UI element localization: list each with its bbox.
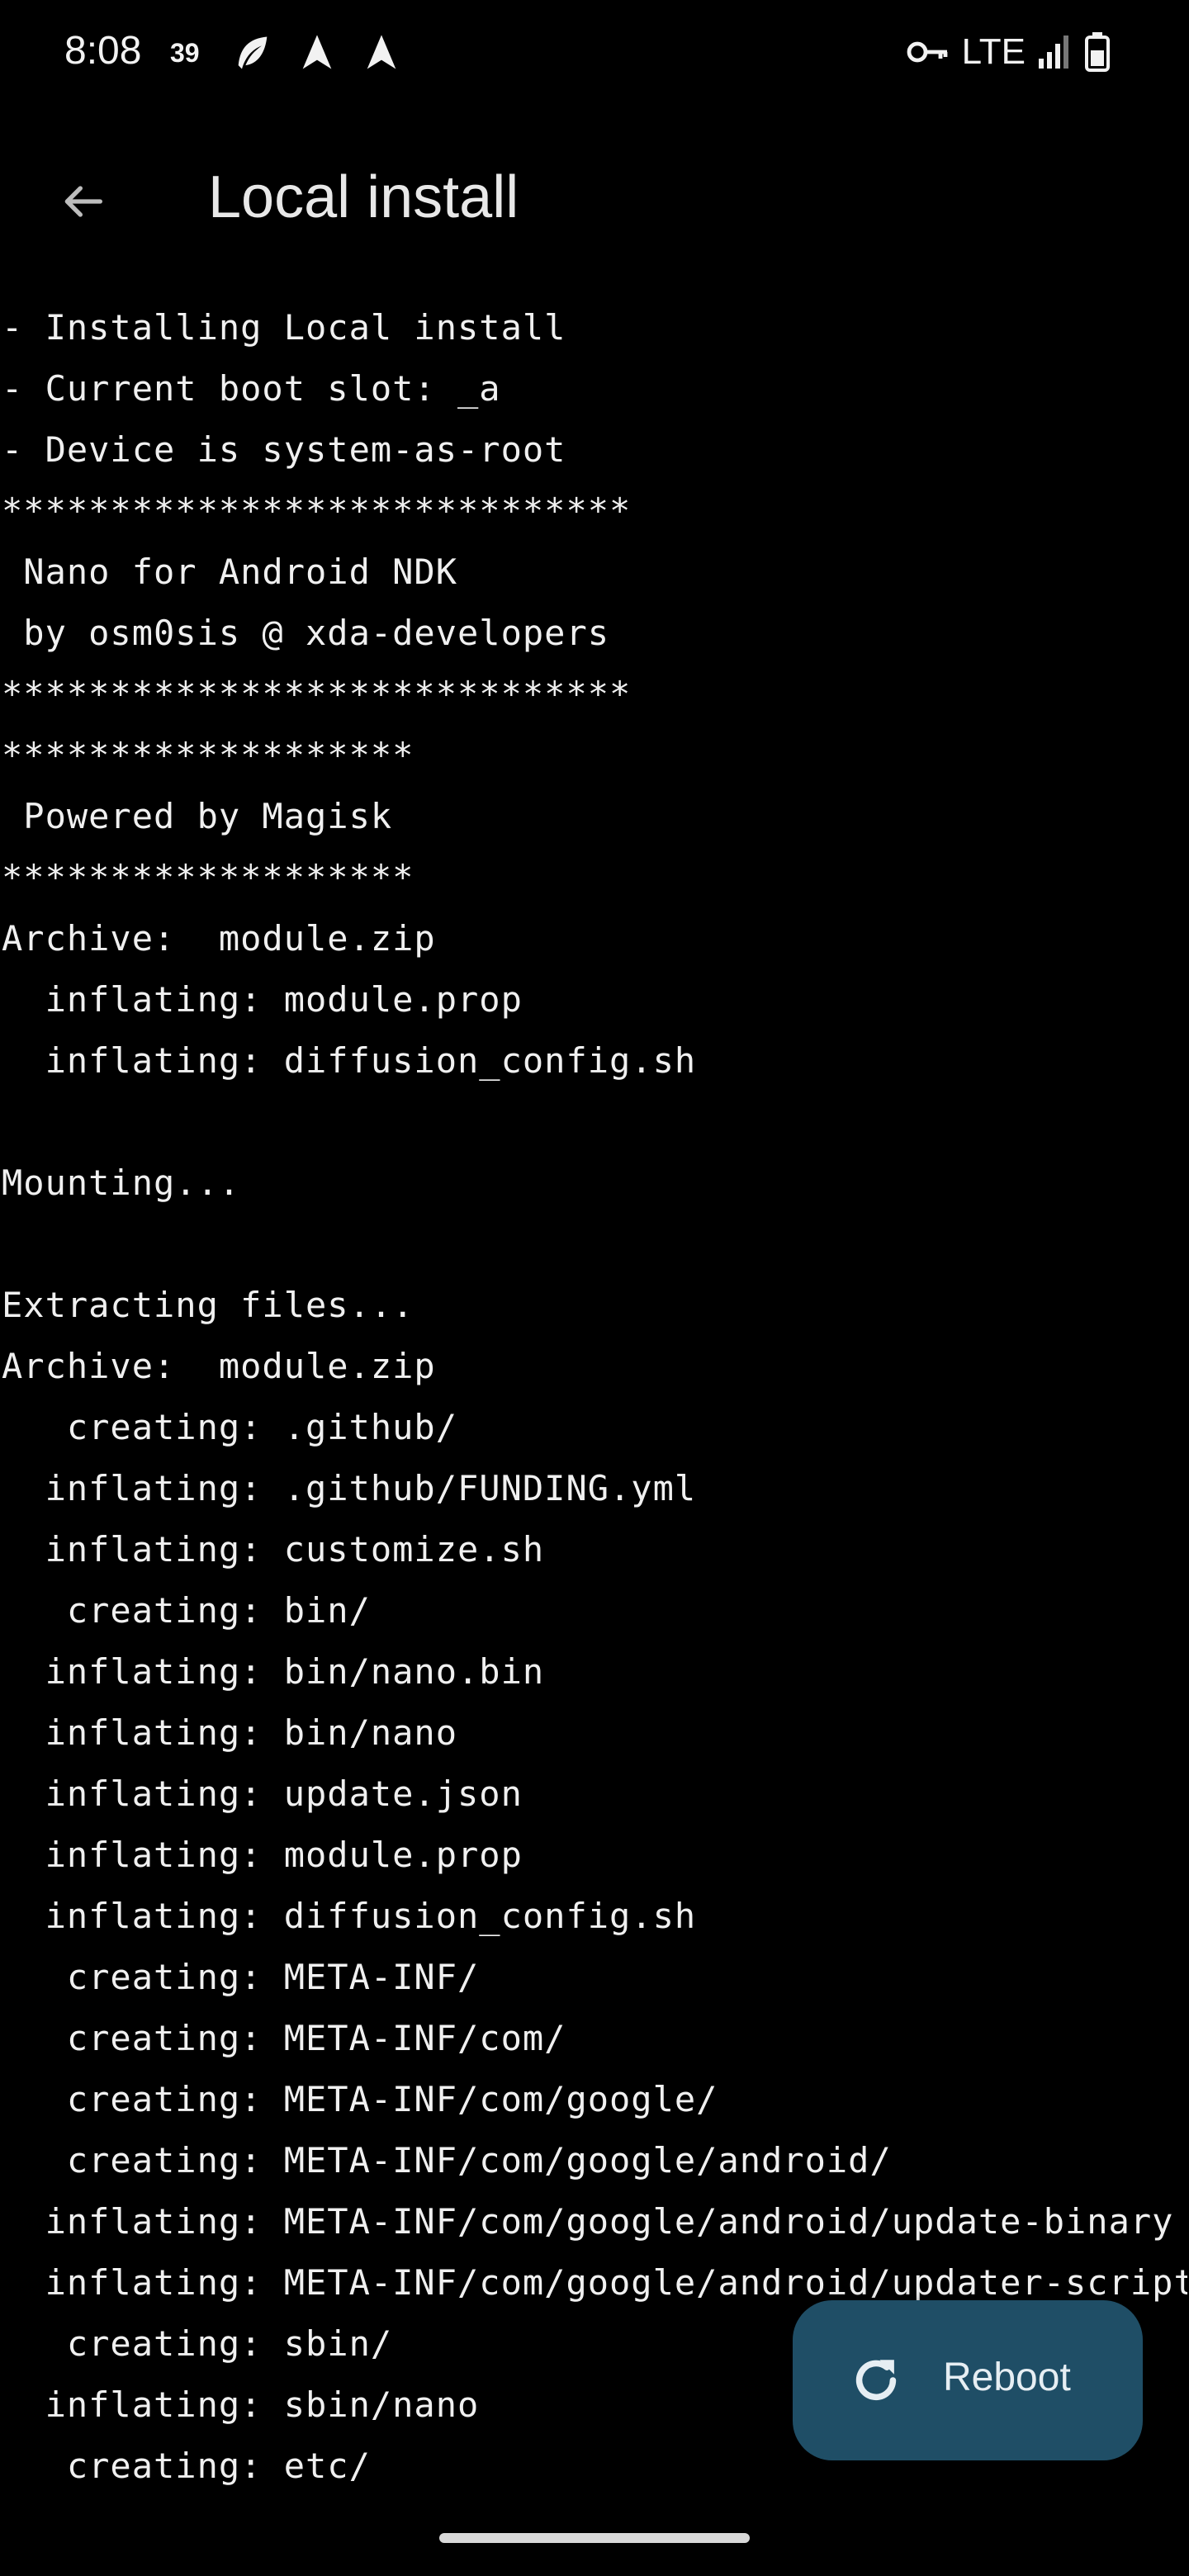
page-title: Local install xyxy=(208,164,519,230)
console-line: creating: META-INF/com/google/ xyxy=(2,2079,718,2119)
console-line: inflating: update.json xyxy=(2,1773,523,1814)
console-line: Archive: module.zip xyxy=(2,1346,436,1386)
console-line: inflating: module.prop xyxy=(2,979,523,1020)
app-bar: Local install xyxy=(0,140,1189,264)
status-right: LTE xyxy=(906,31,1110,73)
console-line: - Installing Local install xyxy=(2,307,566,348)
console-line: Powered by Magisk xyxy=(2,796,393,836)
console-line: creating: bin/ xyxy=(2,1590,371,1631)
console-line: creating: .github/ xyxy=(2,1407,458,1447)
console-line: creating: META-INF/ xyxy=(2,1957,480,1997)
console-line: ***************************** xyxy=(2,490,632,531)
console-line: Archive: module.zip xyxy=(2,918,436,959)
console-line: inflating: META-INF/com/google/android/u… xyxy=(2,2201,1174,2242)
console-line: ******************* xyxy=(2,857,414,897)
console-line: Extracting files... xyxy=(2,1285,414,1325)
console-line: Nano for Android NDK xyxy=(2,552,458,592)
leaf-icon xyxy=(238,36,268,69)
console-line: creating: META-INF/com/google/android/ xyxy=(2,2140,892,2181)
console-line: inflating: customize.sh xyxy=(2,1529,545,1570)
console-line: inflating: diffusion_config.sh xyxy=(2,1896,697,1936)
console-line: inflating: .github/FUNDING.yml xyxy=(2,1468,697,1508)
back-button[interactable] xyxy=(46,165,119,238)
console-line: inflating: module.prop xyxy=(2,1835,523,1875)
console-line: Mounting... xyxy=(2,1163,241,1203)
reboot-label: Reboot xyxy=(943,2356,1071,2399)
console-line: - Current boot slot: _a xyxy=(2,368,501,409)
console-line: inflating: diffusion_config.sh xyxy=(2,1040,697,1081)
notification-count: 39 xyxy=(170,38,200,68)
status-time: 8:08 xyxy=(64,29,142,73)
console-line: creating: META-INF/com/ xyxy=(2,2018,566,2058)
reboot-button[interactable]: Reboot xyxy=(793,2300,1143,2460)
arrow-left-icon xyxy=(64,186,102,217)
console-line: inflating: bin/nano xyxy=(2,1712,458,1753)
navigation-arrow-icon xyxy=(302,35,332,69)
network-type: LTE xyxy=(961,31,1026,72)
key-icon xyxy=(907,41,947,63)
console-line: by osm0sis @ xda-developers xyxy=(2,613,610,653)
console-line: - Device is system-as-root xyxy=(2,429,566,470)
console-line: ******************* xyxy=(2,735,414,775)
navigation-arrow-icon xyxy=(367,35,396,69)
console-output: - Installing Local install - Current boo… xyxy=(2,297,1187,2510)
signal-icon xyxy=(1039,36,1068,69)
notification-icons xyxy=(231,31,403,74)
refresh-icon xyxy=(855,2360,897,2401)
console-line: inflating: bin/nano.bin xyxy=(2,1651,545,1692)
battery-icon xyxy=(1085,32,1110,72)
status-bar: 8:08 39 LTE xyxy=(0,0,1189,107)
console-line: ***************************** xyxy=(2,674,632,714)
home-indicator[interactable] xyxy=(439,2533,750,2543)
